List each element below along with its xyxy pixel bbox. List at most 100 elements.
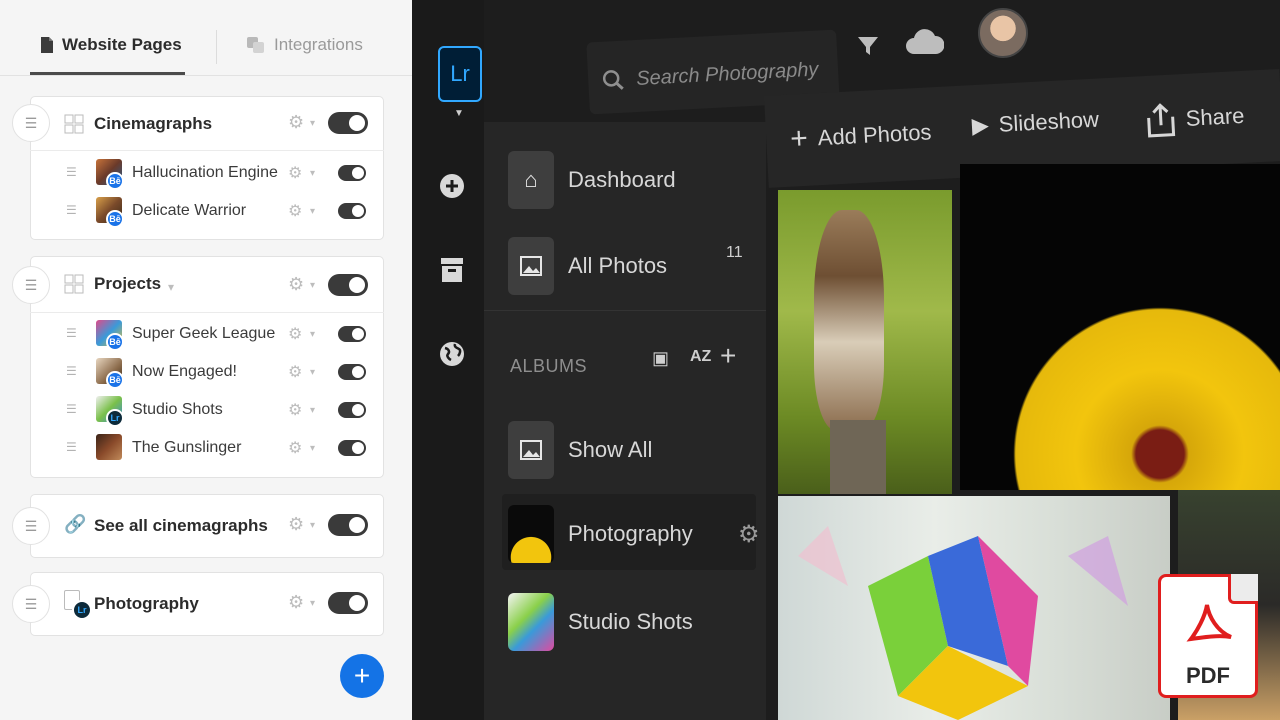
photo-hawk[interactable] bbox=[778, 190, 952, 494]
photo-origami-cranes[interactable] bbox=[778, 496, 1170, 720]
section-toggle[interactable] bbox=[328, 274, 368, 296]
nav-all-photos[interactable]: All Photos bbox=[508, 236, 667, 296]
album-label: Photography bbox=[568, 521, 693, 546]
sort-az-icon[interactable]: AZ bbox=[690, 348, 711, 366]
chevron-down-icon[interactable]: ▾ bbox=[310, 367, 315, 378]
gear-icon[interactable]: ⚙ bbox=[288, 400, 302, 420]
screen: Website Pages Integrations ☰ Cinemagraph… bbox=[0, 0, 1280, 720]
section-toggle[interactable] bbox=[328, 514, 368, 536]
website-pages-panel: Website Pages Integrations ☰ Cinemagraph… bbox=[0, 0, 412, 720]
album-thumbnail bbox=[508, 505, 554, 563]
tab-website-pages[interactable]: Website Pages bbox=[40, 28, 182, 62]
drag-handle-icon[interactable]: ☰ bbox=[66, 203, 77, 217]
item-toggle[interactable] bbox=[338, 326, 366, 342]
grid-icon bbox=[64, 274, 84, 294]
chevron-down-icon[interactable]: ▾ bbox=[310, 443, 315, 454]
lightroom-badge-icon: Lr bbox=[106, 409, 124, 427]
list-item: ☰ Bē Delicate Warrior ⚙ ▾ bbox=[30, 192, 384, 230]
chevron-down-icon[interactable]: ▾ bbox=[168, 280, 174, 294]
gear-icon[interactable]: ⚙ bbox=[288, 514, 304, 535]
tab-divider bbox=[216, 30, 217, 64]
item-label: Hallucination Engine bbox=[132, 164, 278, 181]
item-toggle[interactable] bbox=[338, 402, 366, 418]
gear-icon[interactable]: ⚙ bbox=[288, 163, 302, 183]
globe-icon[interactable] bbox=[438, 340, 466, 368]
chevron-down-icon[interactable]: ▾ bbox=[310, 598, 315, 609]
tab-integrations-label: Integrations bbox=[274, 35, 363, 54]
item-label: Super Geek League bbox=[132, 325, 276, 342]
tab-integrations[interactable]: Integrations bbox=[246, 28, 363, 62]
drag-handle-icon[interactable]: ☰ bbox=[66, 165, 77, 179]
lightroom-logo[interactable]: Lr bbox=[438, 46, 482, 102]
hawk-figure bbox=[814, 210, 884, 430]
chevron-down-icon[interactable]: ▾ bbox=[310, 168, 315, 179]
album-label: Show All bbox=[568, 437, 653, 462]
filter-icon[interactable] bbox=[856, 34, 880, 65]
slideshow-button[interactable]: ▶ Slideshow bbox=[971, 107, 1099, 140]
gear-icon[interactable]: ⚙ bbox=[288, 274, 304, 295]
photo-yellow-flower[interactable] bbox=[960, 164, 1280, 490]
item-label: Now Engaged! bbox=[132, 363, 237, 380]
list-item: ☰ Bē Super Geek League ⚙ ▾ bbox=[30, 315, 384, 353]
albums-header: ALBUMS bbox=[510, 356, 588, 376]
nav-dashboard[interactable]: ⌂ Dashboard bbox=[508, 150, 676, 210]
gear-icon[interactable]: ⚙ bbox=[288, 362, 302, 382]
chevron-down-icon[interactable]: ▾ bbox=[310, 206, 315, 217]
behance-badge-icon: Bē bbox=[106, 172, 124, 190]
home-icon: ⌂ bbox=[508, 151, 554, 209]
section-toggle[interactable] bbox=[328, 112, 368, 134]
album-studio-shots[interactable]: Studio Shots bbox=[508, 592, 693, 652]
chevron-down-icon[interactable]: ▾ bbox=[310, 118, 315, 129]
gear-icon[interactable]: ⚙ bbox=[738, 520, 760, 549]
share-label: Share bbox=[1185, 102, 1246, 131]
item-toggle[interactable] bbox=[338, 203, 366, 219]
chevron-down-icon[interactable]: ▾ bbox=[310, 520, 315, 531]
plus-icon: + bbox=[789, 121, 809, 156]
chevron-down-icon[interactable]: ▾ bbox=[310, 405, 315, 416]
album-photography[interactable]: Photography bbox=[508, 504, 693, 564]
gear-icon[interactable]: ⚙ bbox=[288, 592, 304, 613]
section-toggle[interactable] bbox=[328, 592, 368, 614]
add-circle-icon[interactable] bbox=[438, 172, 466, 200]
drag-handle-icon[interactable]: ☰ bbox=[66, 364, 77, 378]
chevron-down-icon[interactable]: ▼ bbox=[454, 108, 464, 119]
share-icon bbox=[1147, 103, 1176, 138]
calendar-sort-icon[interactable]: ▣ bbox=[652, 348, 669, 369]
cloud-sync-icon[interactable] bbox=[904, 26, 945, 65]
section-header-photography: Lr Photography ⚙ ▾ bbox=[30, 576, 384, 632]
item-toggle[interactable] bbox=[338, 440, 366, 456]
item-label: Delicate Warrior bbox=[132, 202, 247, 219]
item-toggle[interactable] bbox=[338, 165, 366, 181]
drag-handle-icon[interactable]: ☰ bbox=[66, 440, 77, 454]
image-icon bbox=[508, 237, 554, 295]
chevron-down-icon[interactable]: ▾ bbox=[310, 329, 315, 340]
origami-figure bbox=[798, 526, 1128, 720]
left-rail: Lr ▼ bbox=[412, 0, 484, 720]
gear-icon[interactable]: ⚙ bbox=[288, 201, 302, 221]
search-icon bbox=[602, 69, 625, 98]
lightroom-badge-icon: Lr bbox=[72, 600, 92, 620]
item-toggle[interactable] bbox=[338, 364, 366, 380]
tab-website-pages-label: Website Pages bbox=[62, 35, 182, 54]
user-avatar[interactable] bbox=[978, 8, 1028, 58]
divider bbox=[484, 310, 766, 311]
gear-icon[interactable]: ⚙ bbox=[288, 324, 302, 344]
add-page-button[interactable]: + bbox=[340, 654, 384, 698]
acrobat-icon bbox=[1185, 599, 1237, 655]
album-show-all[interactable]: Show All bbox=[508, 420, 652, 480]
image-icon bbox=[508, 421, 554, 479]
drag-handle-icon[interactable]: ☰ bbox=[66, 402, 77, 416]
gear-icon[interactable]: ⚙ bbox=[288, 112, 304, 133]
add-album-icon[interactable]: + bbox=[720, 340, 736, 372]
add-photos-button[interactable]: + Add Photos bbox=[789, 115, 932, 156]
nav-all-photos-label: All Photos bbox=[568, 253, 668, 278]
drag-handle-icon[interactable]: ☰ bbox=[66, 326, 77, 340]
chevron-down-icon[interactable]: ▾ bbox=[310, 280, 315, 291]
gear-icon[interactable]: ⚙ bbox=[288, 438, 302, 458]
section-title[interactable]: See all cinemagraphs bbox=[94, 516, 268, 536]
archive-icon[interactable] bbox=[438, 256, 466, 284]
divider bbox=[30, 312, 384, 313]
list-item: ☰ Lr Studio Shots ⚙ ▾ bbox=[30, 391, 384, 429]
slideshow-label: Slideshow bbox=[998, 106, 1100, 137]
share-button[interactable]: Share bbox=[1145, 99, 1245, 138]
